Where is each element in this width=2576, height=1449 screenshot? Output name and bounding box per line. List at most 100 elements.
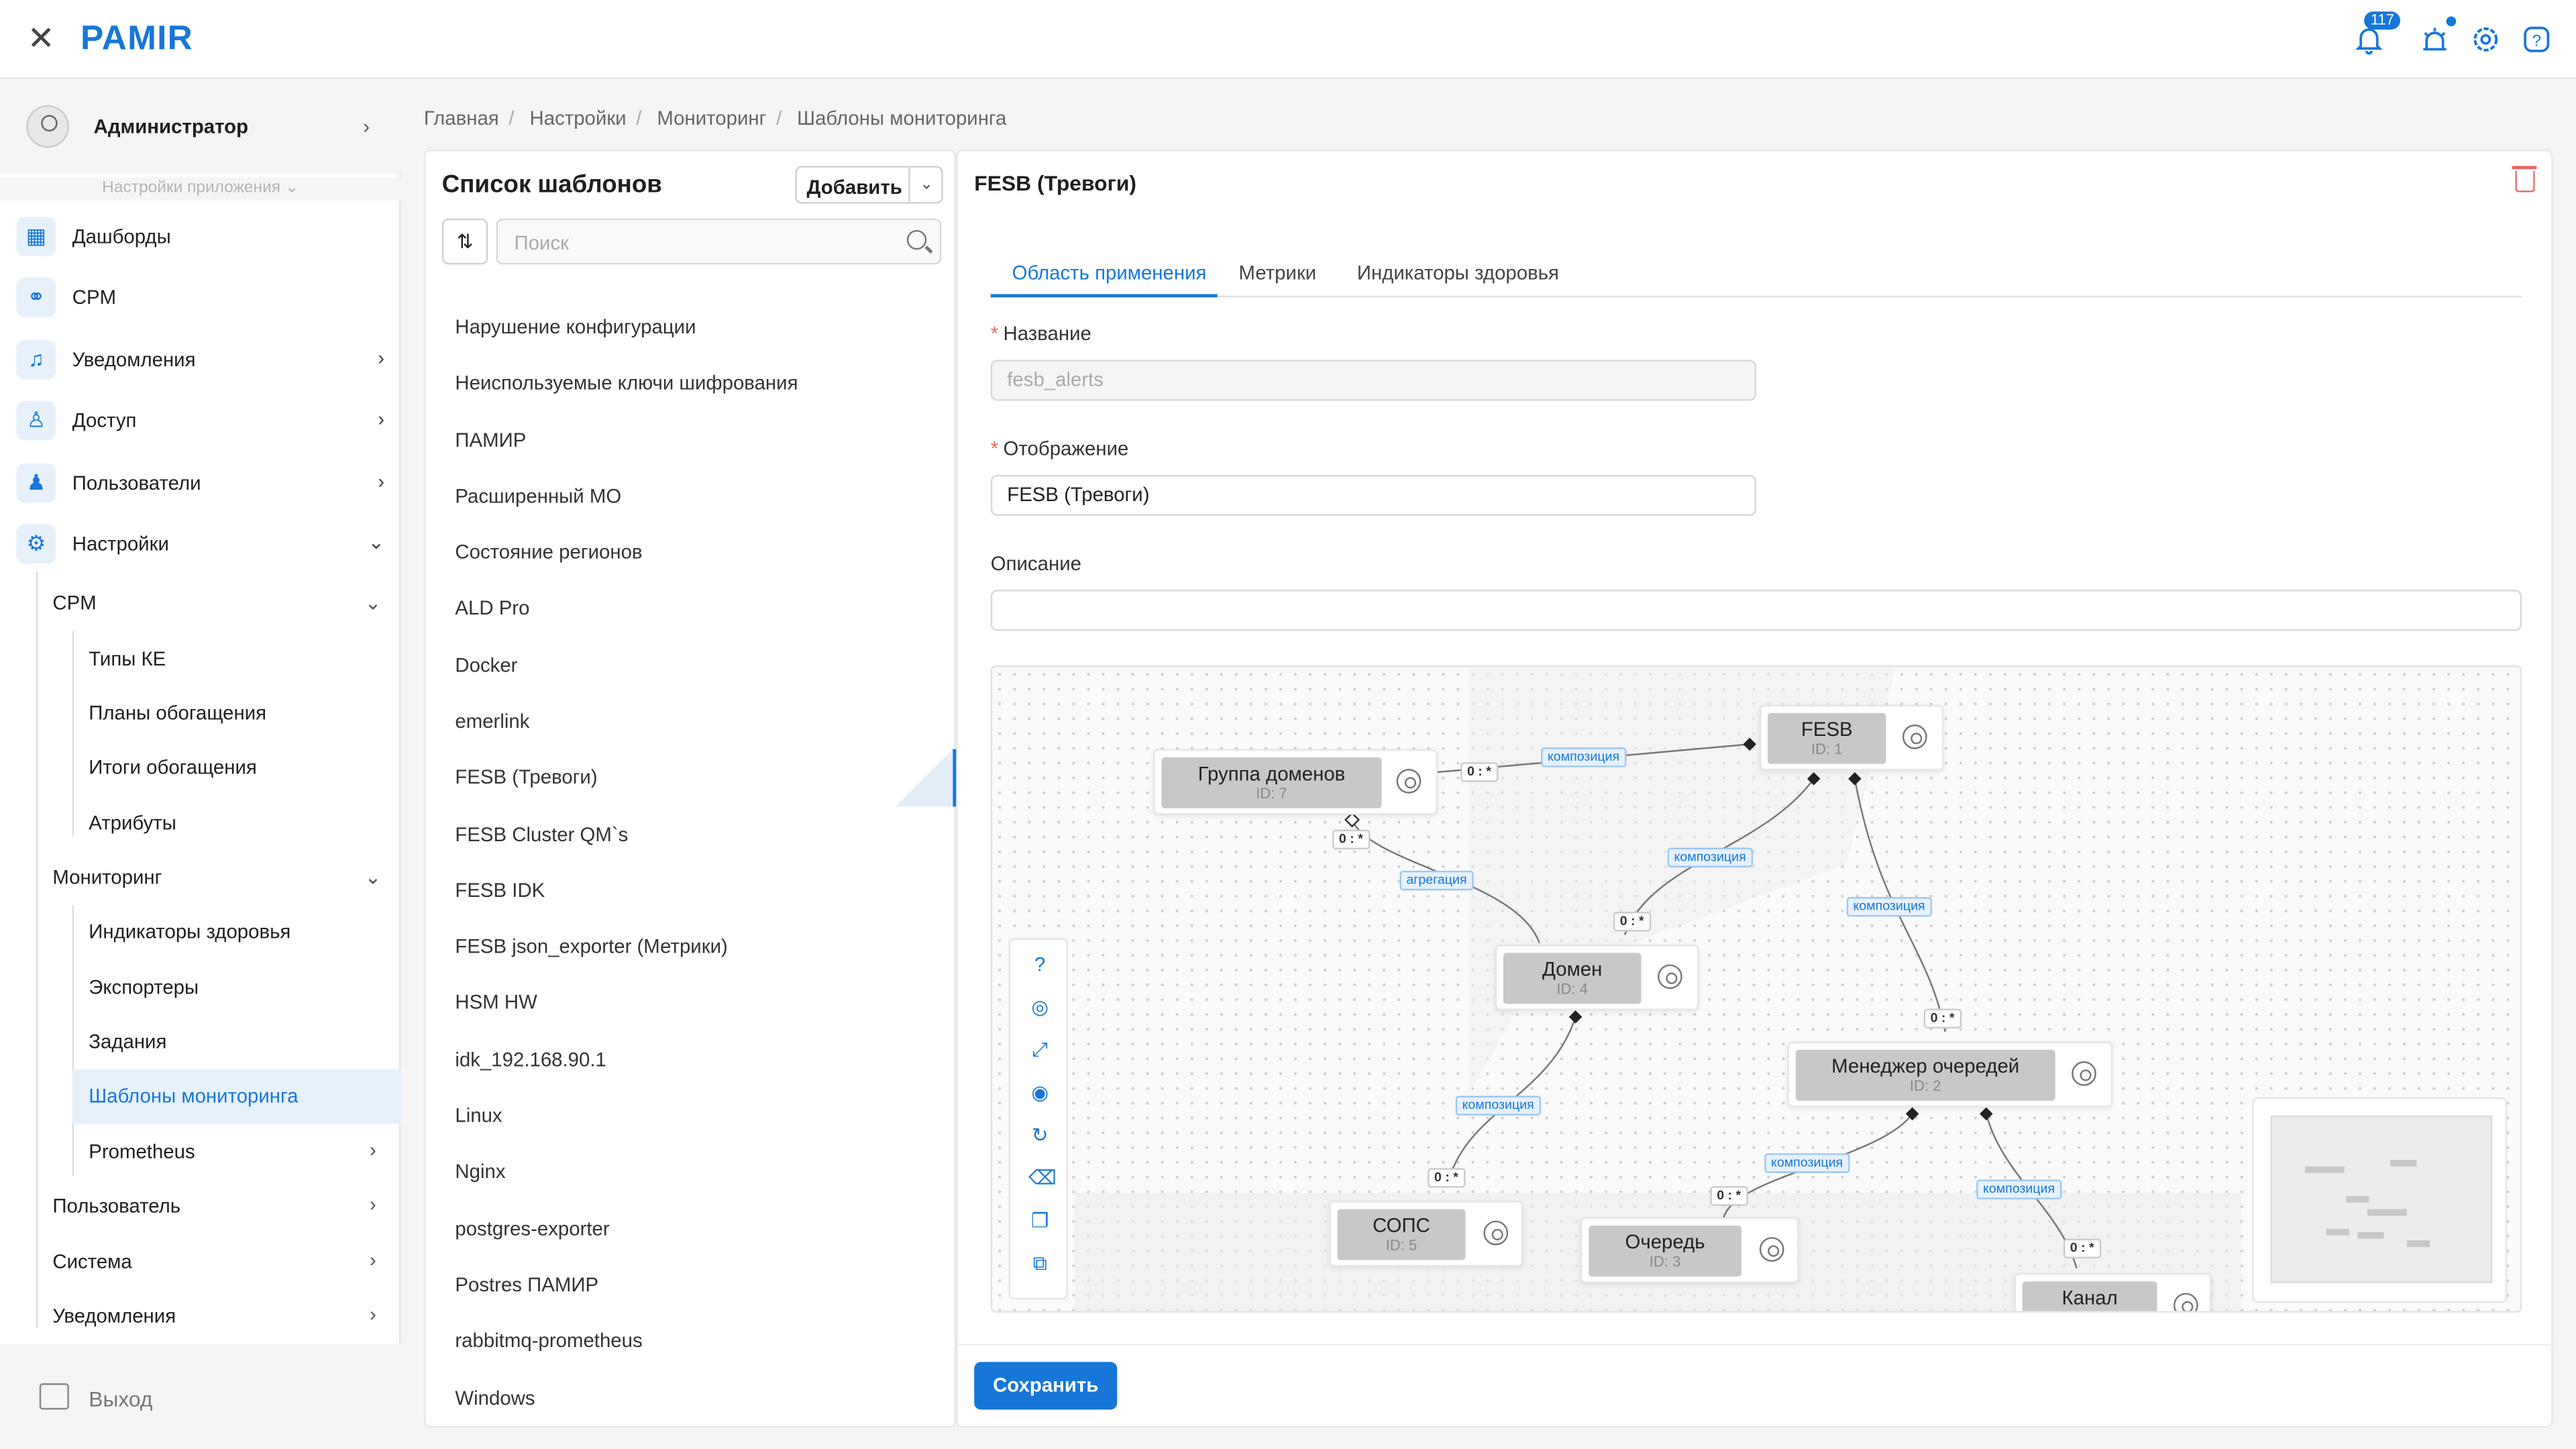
sidebar-item-ke-types[interactable]: Типы КЕ <box>89 647 166 670</box>
logout-button[interactable]: Выход <box>0 1344 401 1449</box>
sidebar-item-dashboards[interactable]: ▦ Дашборды <box>16 212 400 261</box>
diagram-node-fesb[interactable]: FESB ID: 1 <box>1759 704 1944 771</box>
list-item[interactable]: FESB Cluster QM`s <box>455 823 628 846</box>
node-gear-icon[interactable] <box>1902 724 1927 749</box>
diagram-canvas[interactable]: FESB ID: 1 Группа доменов ID: 7 Домен ID: 4… <box>990 665 2522 1313</box>
help-icon[interactable]: ? <box>1028 953 1051 975</box>
list-item[interactable]: idk_192.168.90.1 <box>455 1048 606 1071</box>
duplicate-icon[interactable]: ⧉ <box>1028 1252 1051 1275</box>
sidebar-item-cpm-settings[interactable]: CPM <box>52 592 96 614</box>
diagram-node-queue-manager[interactable]: Менеджер очередей ID: 2 <box>1787 1041 2113 1108</box>
breadcrumb-current: Шаблоны мониторинга <box>797 107 1007 130</box>
sidebar-item-monitoring[interactable]: Мониторинг <box>52 866 162 889</box>
sidebar-item-access[interactable]: ♙ Доступ › <box>16 396 400 445</box>
diagram-node-queue[interactable]: Очередь ID: 3 <box>1580 1217 1799 1283</box>
app-logo[interactable]: PAMIR <box>80 19 193 59</box>
user-menu[interactable]: Администратор › <box>0 78 401 174</box>
sidebar-item-user[interactable]: Пользователь <box>52 1194 180 1217</box>
node-gear-icon[interactable] <box>1396 769 1421 794</box>
sidebar-item-enrichment-results[interactable]: Итоги обогащения <box>89 756 257 779</box>
app-settings-toggle[interactable]: Настройки приложения ⌄ <box>0 177 401 201</box>
search-input[interactable]: Поиск <box>496 218 942 265</box>
sidebar-item-cpm[interactable]: ⚭ CPM <box>16 273 400 322</box>
list-item[interactable]: Nginx <box>455 1160 505 1183</box>
breadcrumb-home[interactable]: Главная <box>424 107 499 129</box>
eraser-icon[interactable]: ⌫ <box>1028 1167 1057 1189</box>
list-item[interactable]: Состояние регионов <box>455 541 642 564</box>
sidebar-item-health-indicators[interactable]: Индикаторы здоровья <box>89 920 290 943</box>
node-body: Канал <box>2022 1281 2157 1311</box>
sidebar-item-monitoring-templates[interactable]: Шаблоны мониторинга <box>89 1084 298 1107</box>
name-field[interactable]: fesb_alerts <box>990 360 1756 401</box>
cardinality-label: 0 : * <box>1613 912 1651 932</box>
diagram-node-domain-group[interactable]: Группа доменов ID: 7 <box>1153 749 1438 815</box>
node-gear-icon[interactable] <box>2174 1293 2198 1311</box>
list-item[interactable]: Postres ПАМИР <box>455 1273 598 1296</box>
node-gear-icon[interactable] <box>1483 1220 1509 1246</box>
node-gear-icon[interactable] <box>2072 1061 2096 1086</box>
chevron-down-icon: ⌄ <box>364 591 382 614</box>
display-field[interactable]: FESB (Тревоги) <box>990 474 1756 516</box>
refresh-icon[interactable]: ↻ <box>1028 1124 1051 1146</box>
settings-gear-icon[interactable] <box>2469 23 2502 56</box>
tab-metrics[interactable]: Метрики <box>1239 261 1317 284</box>
expand-icon[interactable]: ⤢ <box>1028 1038 1051 1061</box>
node-gear-icon[interactable] <box>1759 1237 1784 1262</box>
sidebar-item-notifications[interactable]: ♫ Уведомления › <box>16 335 400 384</box>
diagram-node-channel[interactable]: Канал <box>2014 1273 2212 1311</box>
list-item[interactable]: Windows <box>455 1387 535 1409</box>
display-label: * Отображение <box>990 437 1129 460</box>
list-item[interactable]: ALD Pro <box>455 596 529 619</box>
sort-button[interactable]: ⇅ <box>441 218 488 265</box>
list-item[interactable]: Нарушение конфигурации <box>455 315 696 338</box>
sidebar-item-attributes[interactable]: Атрибуты <box>89 812 176 835</box>
diagram-node-domain[interactable]: Домен ID: 4 <box>1495 945 1699 1011</box>
breadcrumb-settings[interactable]: Настройки <box>529 107 626 129</box>
save-button[interactable]: Сохранить <box>974 1362 1118 1410</box>
chevron-down-icon[interactable]: ⌄ <box>908 167 943 203</box>
node-title: Канал <box>2061 1286 2118 1309</box>
sidebar-item-prometheus[interactable]: Prometheus <box>89 1140 195 1163</box>
chevron-right-icon: › <box>370 1138 376 1162</box>
fit-icon[interactable]: ◉ <box>1028 1081 1051 1104</box>
sidebar-item-users[interactable]: ♟ Пользователи › <box>16 458 400 507</box>
chevron-down-icon: ⌄ <box>284 178 299 197</box>
list-item[interactable]: Неиспользуемые ключи шифрования <box>455 371 798 394</box>
name-label-text: Название <box>1003 322 1091 345</box>
list-item[interactable]: FESB json_exporter (Метрики) <box>455 934 727 957</box>
delete-icon[interactable] <box>2512 166 2537 193</box>
list-item[interactable]: postgres-exporter <box>455 1218 609 1240</box>
sidebar-item-sub-notifications[interactable]: Уведомления <box>52 1305 176 1328</box>
alarm-icon[interactable] <box>2418 23 2451 56</box>
help-icon[interactable]: ? <box>2520 23 2553 56</box>
description-field[interactable] <box>990 590 2522 631</box>
diagram-minimap[interactable] <box>2252 1097 2508 1303</box>
list-item[interactable]: emerlink <box>455 710 529 733</box>
sidebar-item-exporters[interactable]: Экспортеры <box>89 976 199 999</box>
tab-health-indicators[interactable]: Индикаторы здоровья <box>1357 261 1559 284</box>
sidebar-item-tasks[interactable]: Задания <box>89 1030 166 1053</box>
list-item[interactable]: rabbitmq-prometheus <box>455 1329 642 1352</box>
close-icon[interactable]: ✕ <box>26 23 56 56</box>
sidebar-item-enrichment-plans[interactable]: Планы обогащения <box>89 702 266 724</box>
sidebar-item-label: Доступ <box>72 409 137 433</box>
list-item-selected[interactable]: FESB (Тревоги) <box>455 765 597 788</box>
sidebar-item-system[interactable]: Система <box>52 1250 131 1273</box>
copy-icon[interactable]: ❐ <box>1028 1209 1051 1232</box>
node-id: ID: 1 <box>1811 741 1843 757</box>
node-gear-icon[interactable] <box>1658 964 1682 989</box>
breadcrumb-monitoring[interactable]: Мониторинг <box>657 107 766 129</box>
target-icon[interactable]: ◎ <box>1028 996 1051 1018</box>
chevron-right-icon: › <box>378 470 385 493</box>
diagram-node-sops[interactable]: СОПС ID: 5 <box>1329 1201 1523 1267</box>
sidebar-item-settings[interactable]: ⚙ Настройки ⌄ <box>16 519 400 568</box>
list-item[interactable]: Docker <box>455 654 517 677</box>
list-item[interactable]: Расширенный МО <box>455 484 621 507</box>
list-title: Список шаблонов <box>441 170 662 199</box>
list-item[interactable]: Linux <box>455 1104 502 1127</box>
add-button[interactable]: Добавить ⌄ <box>795 166 943 204</box>
list-item[interactable]: HSM HW <box>455 991 537 1014</box>
list-item[interactable]: FESB IDK <box>455 879 545 902</box>
list-item[interactable]: ПАМИР <box>455 429 526 451</box>
tab-scope[interactable]: Область применения <box>1012 261 1207 284</box>
